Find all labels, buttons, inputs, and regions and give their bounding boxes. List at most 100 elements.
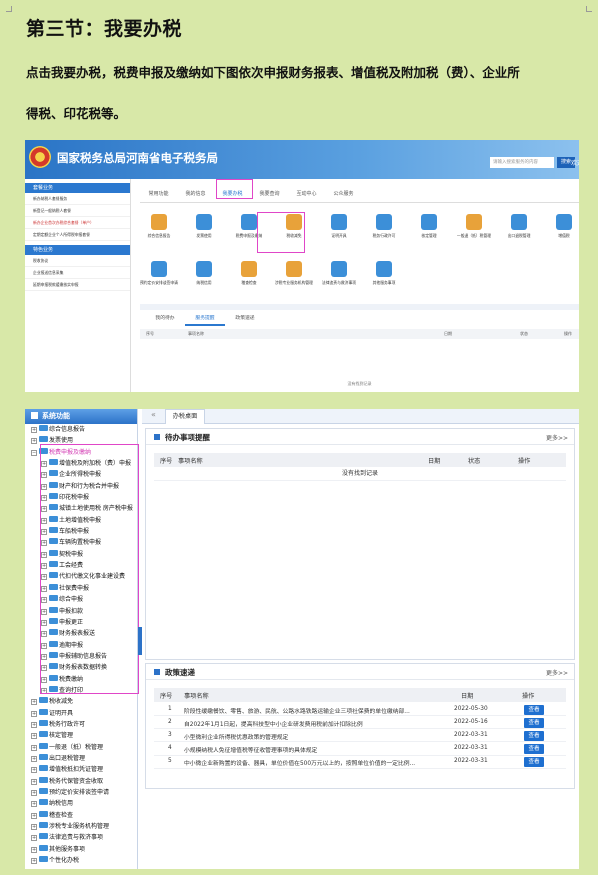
tab-public-service[interactable]: 公众服务: [325, 187, 362, 201]
tree-node[interactable]: + 增值税抵扣凭证管理: [25, 764, 137, 775]
tree-node[interactable]: + 核定管理: [25, 730, 137, 741]
expand-icon[interactable]: +: [31, 438, 37, 445]
view-button[interactable]: 查看: [524, 717, 544, 728]
menu-group-title[interactable]: 特色业务: [25, 245, 130, 255]
menu-item[interactable]: 税收协议: [25, 255, 130, 267]
tree-node-label: 其他服务事项: [49, 845, 86, 853]
tab-query[interactable]: 我要查询: [251, 187, 288, 201]
portal-title: 国家税务总局河南省电子税务局: [57, 151, 218, 165]
tree-node[interactable]: + 法律追责与救济事项: [25, 832, 137, 843]
more-link[interactable]: 更多>>: [546, 668, 568, 677]
expand-icon[interactable]: +: [31, 427, 37, 433]
service-icon-item[interactable]: 一般退（抵）税管理: [455, 214, 493, 238]
service-icon-item[interactable]: 出口退税管理: [500, 214, 538, 238]
search-input[interactable]: 请输入搜索服务的内容: [490, 157, 554, 168]
tree-node[interactable]: + 证明开具: [25, 708, 137, 719]
tree-node[interactable]: + 税务行政许可: [25, 719, 137, 730]
expand-icon[interactable]: +: [31, 801, 37, 808]
cell-no: 5: [168, 758, 172, 765]
tree-node[interactable]: + 个性化办税: [25, 855, 137, 866]
service-icon-item[interactable]: 法律追责与救济事项: [320, 261, 358, 285]
expand-icon[interactable]: +: [31, 858, 37, 865]
folder-icon: [39, 799, 48, 806]
expand-icon[interactable]: +: [31, 710, 37, 717]
cell-date: 2022-05-30: [454, 705, 488, 712]
service-icon-item[interactable]: 增值税: [545, 214, 579, 238]
tab-tax-desktop[interactable]: 办税桌面: [165, 409, 205, 424]
tree-node[interactable]: + 涉税专业服务机构管理: [25, 821, 137, 832]
expand-icon[interactable]: +: [31, 767, 37, 774]
tab-service-reminder[interactable]: 服务提醒: [185, 314, 225, 326]
expand-icon[interactable]: +: [31, 744, 37, 751]
expand-icon[interactable]: +: [31, 733, 37, 740]
view-button[interactable]: 查看: [524, 730, 544, 741]
expand-icon[interactable]: +: [31, 790, 37, 796]
cell-no: 4: [168, 745, 172, 752]
section-heading: 第三节：我要办税: [26, 18, 183, 40]
menu-item[interactable]: 企业报送信息采集: [25, 267, 130, 279]
tree-node[interactable]: + 其他服务事项: [25, 844, 137, 855]
service-icon-label: 增值税: [558, 233, 570, 238]
cell-date: 2022-03-31: [454, 731, 488, 738]
screenshot-system-functions: 系统功能 + 综合信息报告 + 发票使用 − 税费申报及缴纳 + 增值税及附加税（费）申报 + 企…: [25, 409, 579, 869]
tab-my-info[interactable]: 我的信息: [177, 187, 214, 201]
todo-panel: 待办事项提醒 更多>> 序号 事项名称 日期 状态 操作 没有找到记录: [145, 428, 575, 660]
intro-line-1: 点击我要办税，税费申报及缴纳如下图依次申报财务报表、增值税及附加税（费）、企业所: [26, 65, 520, 80]
double-chevron-left-icon[interactable]: «: [151, 410, 156, 419]
expand-icon[interactable]: +: [31, 846, 37, 853]
tab-common[interactable]: 常用功能: [140, 187, 177, 201]
expand-icon[interactable]: +: [31, 778, 37, 785]
expand-icon[interactable]: +: [31, 721, 37, 728]
col-name: 事项名称: [184, 693, 209, 700]
collapse-handle[interactable]: [138, 627, 142, 655]
tree-node[interactable]: + 税收减免: [25, 696, 137, 707]
menu-item[interactable]: 定期定额企业个人所得税申报套餐: [25, 229, 130, 241]
menu-item[interactable]: 新办纳税人套餐服务: [25, 193, 130, 205]
service-icon: [196, 214, 212, 230]
service-icon-item[interactable]: 预约定价安排谈签申请: [140, 261, 178, 285]
tab-interaction[interactable]: 互动中心: [288, 187, 325, 201]
view-button[interactable]: 查看: [524, 704, 544, 715]
service-icon-item[interactable]: 核定管理: [410, 214, 448, 238]
national-emblem-icon: [29, 146, 51, 168]
menu-item[interactable]: 延期申报税款缓缴核实申报: [25, 279, 130, 291]
expand-icon[interactable]: +: [31, 699, 37, 706]
service-icon-item[interactable]: 纳税信用: [185, 261, 223, 285]
tree-node[interactable]: + 税务代保管资金收取: [25, 776, 137, 787]
more-link[interactable]: 更多>>: [546, 433, 568, 442]
view-button[interactable]: 查看: [524, 744, 544, 755]
service-icon-item[interactable]: 综合信息报告: [140, 214, 178, 238]
service-icon-item[interactable]: 涉税专业服务机构管理: [275, 261, 313, 285]
tree-node[interactable]: + 出口退税管理: [25, 753, 137, 764]
expand-icon[interactable]: +: [31, 755, 37, 762]
service-icon: [151, 261, 167, 277]
service-icon-item[interactable]: 税务行政许可: [365, 214, 403, 238]
service-icon: [421, 214, 437, 230]
tab-my-todo[interactable]: 我的待办: [145, 314, 185, 326]
tab-policy[interactable]: 政策速递: [225, 314, 265, 326]
service-icon-item[interactable]: 发票使用: [185, 214, 223, 238]
policy-table-header: 序号 事项名称 日期 操作: [154, 688, 566, 702]
service-icon-item[interactable]: 证明开具: [320, 214, 358, 238]
service-icon-label: 法律追责与救济事项: [321, 280, 357, 285]
tree-title: 系统功能: [25, 409, 137, 424]
icon-highlight-box: [257, 212, 305, 253]
tree-node[interactable]: + 一般退（抵）税管理: [25, 742, 137, 753]
tree-node[interactable]: + 综合信息报告: [25, 424, 137, 435]
tree-node[interactable]: + 预约定价安排谈签申请: [25, 787, 137, 798]
tree-node[interactable]: + 稽查检查: [25, 810, 137, 821]
menu-item[interactable]: 新办企业首次办税综合套餐（单户）: [25, 217, 130, 229]
tree-node-label: 预约定价安排谈签申请: [49, 789, 110, 796]
tree-node[interactable]: + 纳税信用: [25, 798, 137, 809]
expand-icon[interactable]: +: [31, 812, 37, 819]
menu-group-title[interactable]: 套餐业务: [25, 183, 130, 193]
service-icon-item[interactable]: 其他服务事项: [365, 261, 403, 285]
view-button[interactable]: 查看: [524, 757, 544, 768]
collapse-icon[interactable]: −: [31, 449, 37, 456]
expand-icon[interactable]: +: [31, 835, 37, 842]
service-icon-item[interactable]: 稽查检查: [230, 261, 268, 285]
policy-panel-title: 政策速递: [165, 668, 195, 677]
expand-icon[interactable]: +: [31, 824, 37, 831]
col-no: 序号: [146, 331, 154, 336]
menu-item[interactable]: 新登记一般纳税人套餐: [25, 205, 130, 217]
